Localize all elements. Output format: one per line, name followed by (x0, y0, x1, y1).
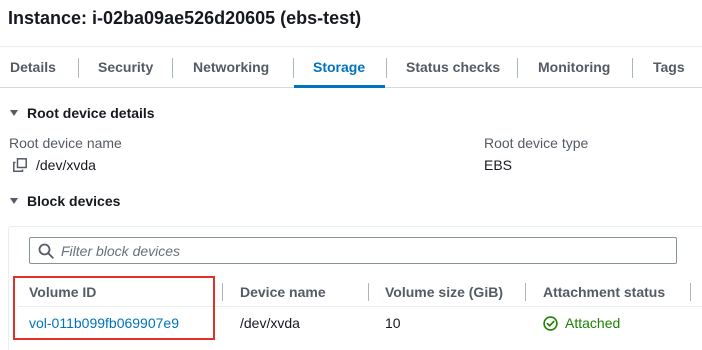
caret-down-icon (10, 198, 18, 204)
tab-details[interactable]: Details (10, 47, 56, 88)
column-header-attachment-status[interactable]: Attachment status (543, 284, 665, 300)
copy-icon[interactable] (13, 158, 27, 172)
attachment-status-text: Attached (565, 315, 621, 331)
root-device-type-label: Root device type (484, 135, 589, 151)
tab-security[interactable]: Security (98, 47, 153, 88)
root-device-name-value: /dev/xvda (36, 157, 96, 173)
tab-bar: Details Security Networking Storage Stat… (0, 46, 702, 88)
tab-divider (517, 58, 518, 78)
column-divider[interactable] (525, 283, 526, 301)
tab-divider (293, 58, 294, 78)
column-header-volume-id[interactable]: Volume ID (29, 284, 96, 300)
tab-tags[interactable]: Tags (653, 47, 685, 88)
root-device-name-label: Root device name (9, 135, 122, 151)
check-circle-icon (543, 315, 558, 331)
column-header-device-name[interactable]: Device name (240, 284, 326, 300)
caret-down-icon (10, 110, 18, 116)
block-devices-section-title: Block devices (27, 193, 121, 209)
tab-divider (386, 58, 387, 78)
tab-storage[interactable]: Storage (313, 47, 365, 88)
tab-divider (632, 58, 633, 78)
tab-divider (172, 58, 173, 78)
tab-monitoring[interactable]: Monitoring (538, 47, 610, 88)
column-divider[interactable] (222, 283, 223, 301)
page-title: Instance: i-02ba09ae526d20605 (ebs-test) (8, 8, 362, 28)
volume-id-link[interactable]: vol-011b099fb069907e9 (29, 315, 179, 331)
device-name-cell: /dev/xvda (240, 315, 300, 331)
column-divider[interactable] (690, 283, 691, 301)
active-tab-indicator (294, 85, 385, 88)
root-device-section-toggle[interactable]: Root device details (10, 105, 155, 121)
search-icon (38, 243, 54, 259)
root-device-type-value: EBS (484, 157, 513, 173)
tab-status-checks[interactable]: Status checks (406, 47, 500, 88)
filter-box (29, 237, 677, 264)
tab-divider (78, 58, 79, 78)
attachment-status-cell: Attached (543, 315, 620, 331)
column-header-volume-size[interactable]: Volume size (GiB) (385, 284, 503, 300)
tab-networking[interactable]: Networking (193, 47, 269, 88)
volume-size-cell: 10 (385, 315, 401, 331)
column-divider[interactable] (368, 283, 369, 301)
block-devices-section-toggle[interactable]: Block devices (10, 193, 120, 209)
table-header-divider (18, 306, 702, 307)
filter-block-devices-input[interactable] (61, 242, 661, 260)
root-device-section-title: Root device details (27, 105, 155, 121)
